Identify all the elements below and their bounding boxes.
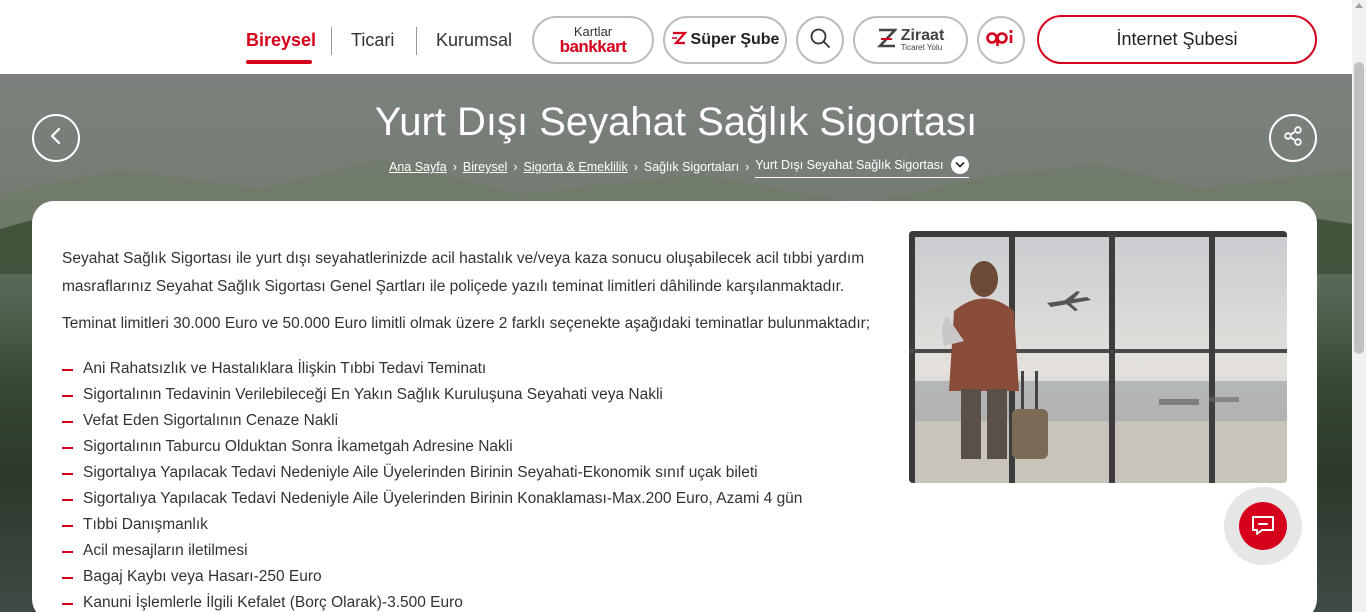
breadcrumb-current-dropdown[interactable]: Yurt Dışı Seyahat Sağlık Sigortası bbox=[755, 156, 969, 178]
nav-bireysel[interactable]: Bireysel bbox=[246, 30, 316, 51]
internet-subesi-button[interactable]: İnternet Şubesi bbox=[1037, 15, 1317, 64]
share-icon bbox=[1282, 125, 1304, 152]
limits-paragraph: Teminat limitleri 30.000 Euro ve 50.000 … bbox=[62, 315, 871, 332]
traveler-airport-image bbox=[909, 231, 1287, 483]
content-body: Seyahat Sağlık Sigortası ile yurt dışı s… bbox=[62, 245, 892, 612]
list-item: Ani Rahatsızlık ve Hastalıklara İlişkin … bbox=[62, 356, 892, 382]
breadcrumb-ana-sayfa[interactable]: Ana Sayfa bbox=[389, 160, 447, 174]
list-item: Sigortalıya Yapılacak Tedavi Nedeniyle A… bbox=[62, 460, 892, 486]
super-sube-icon bbox=[671, 30, 688, 51]
page-scrollbar[interactable] bbox=[1352, 0, 1366, 612]
chat-bubble-icon bbox=[1239, 502, 1287, 550]
ticaret-yolu-label: Ticaret Yolu bbox=[900, 43, 943, 52]
nav-divider bbox=[331, 27, 332, 55]
breadcrumb: Ana Sayfa › Bireysel › Sigorta & Emeklil… bbox=[389, 156, 969, 178]
ziraat-label: Ziraat bbox=[900, 27, 945, 44]
site-header: Bireysel Ticari Kurumsal Kartlar bankkar… bbox=[0, 0, 1352, 74]
breadcrumb-separator-icon: › bbox=[745, 160, 750, 174]
share-button[interactable] bbox=[1269, 114, 1317, 162]
ziraat-icon bbox=[876, 27, 898, 54]
search-icon bbox=[809, 27, 831, 54]
list-item: Sigortalıya Yapılacak Tedavi Nedeniyle A… bbox=[62, 486, 892, 512]
list-item: Kanuni İşlemlerle İlgili Kefalet (Borç O… bbox=[62, 590, 892, 612]
list-item: Bagaj Kaybı veya Hasarı-250 Euro bbox=[62, 564, 892, 590]
content-card: Seyahat Sağlık Sigortası ile yurt dışı s… bbox=[32, 201, 1317, 612]
breadcrumb-separator-icon: › bbox=[633, 160, 638, 174]
breadcrumb-sigorta-emeklilik[interactable]: Sigorta & Emeklilik bbox=[524, 160, 628, 174]
list-item: Sigortalının Taburcu Olduktan Sonra İkam… bbox=[62, 434, 892, 460]
breadcrumb-separator-icon: › bbox=[452, 160, 457, 174]
list-item: Vefat Eden Sigortalının Cenaze Nakli bbox=[62, 408, 892, 434]
breadcrumb-saglik-sigortalari[interactable]: Sağlık Sigortaları bbox=[644, 160, 739, 174]
scroll-thumb[interactable] bbox=[1354, 62, 1364, 354]
list-item: Tıbbi Danışmanlık bbox=[62, 512, 892, 538]
bankkart-logo: bankkart bbox=[559, 37, 627, 56]
super-sube-button[interactable]: Süper Şube bbox=[663, 16, 787, 64]
breadcrumb-bireysel[interactable]: Bireysel bbox=[463, 160, 507, 174]
scroll-up-arrow-icon[interactable] bbox=[1355, 3, 1363, 8]
coverage-list: Ani Rahatsızlık ve Hastalıklara İlişkin … bbox=[62, 356, 892, 612]
breadcrumb-current: Yurt Dışı Seyahat Sağlık Sigortası bbox=[755, 158, 944, 172]
list-item: Acil mesajların iletilmesi bbox=[62, 538, 892, 564]
nav-divider bbox=[416, 27, 417, 55]
kartlar-bankkart-button[interactable]: Kartlar bankkart bbox=[532, 16, 654, 64]
chevron-down-icon bbox=[950, 156, 969, 174]
search-button[interactable] bbox=[796, 16, 844, 64]
chat-button[interactable] bbox=[1224, 487, 1302, 565]
ziraat-ticaret-yolu-button[interactable]: Ziraat Ticaret Yolu bbox=[853, 16, 968, 64]
intro-paragraph: Seyahat Sağlık Sigortası ile yurt dışı s… bbox=[62, 250, 865, 295]
nav-ticari[interactable]: Ticari bbox=[351, 30, 394, 51]
opi-logo-icon bbox=[986, 29, 1016, 52]
page-title: Yurt Dışı Seyahat Sağlık Sigortası bbox=[374, 100, 978, 144]
breadcrumb-separator-icon: › bbox=[513, 160, 518, 174]
nav-kurumsal[interactable]: Kurumsal bbox=[436, 30, 512, 51]
super-sube-label: Süper Şube bbox=[690, 31, 780, 48]
opi-button[interactable] bbox=[977, 16, 1025, 64]
nav-active-indicator bbox=[246, 60, 312, 64]
list-item: Sigortalının Tedavinin Verilebileceği En… bbox=[62, 382, 892, 408]
